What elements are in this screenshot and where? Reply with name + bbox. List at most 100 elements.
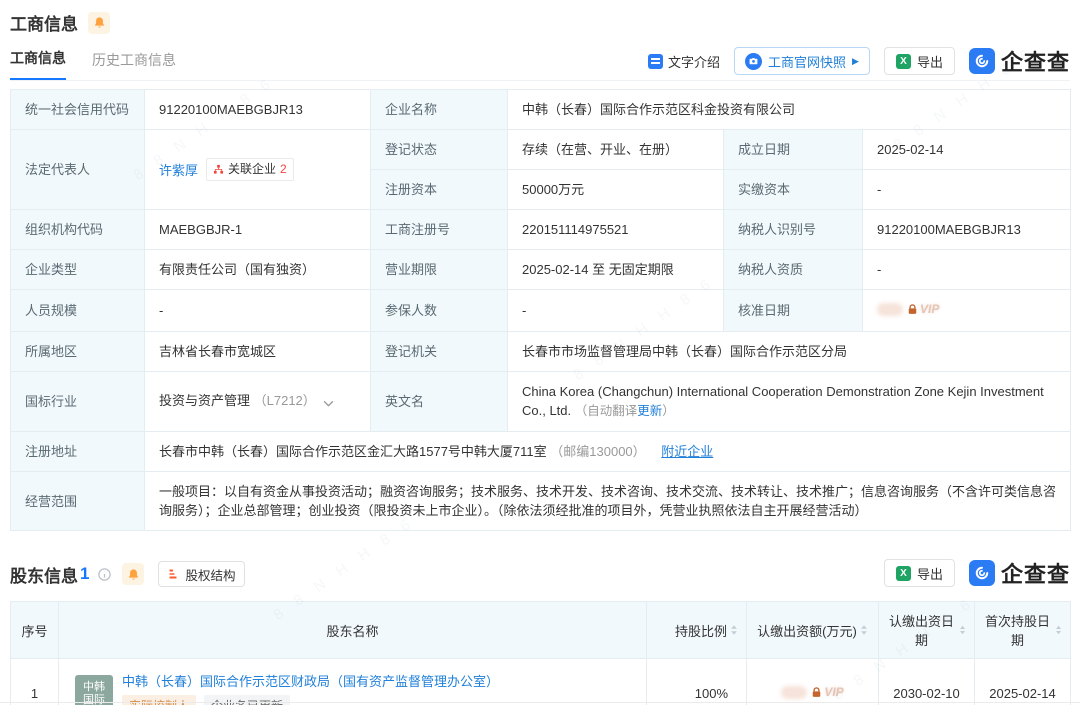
reg-status-label: 登记状态 <box>371 130 508 170</box>
notify-bell-icon[interactable] <box>88 12 110 34</box>
tab-business-info[interactable]: 工商信息 <box>10 48 66 80</box>
actual-controller-tag[interactable]: 实际控制人 <box>122 695 196 705</box>
scope-label: 经营范围 <box>11 472 145 531</box>
reg-no-value: 220151114975521 <box>508 210 724 250</box>
sub-date-value: 2030-02-10 <box>879 659 975 705</box>
company-name-label: 企业名称 <box>371 90 508 130</box>
shareholder-name-cell: 中韩 国际 中韩（长春）国际合作示范区财政局（国有资产监督管理办公室） 实际控制… <box>67 671 638 705</box>
amount-value: VIP <box>747 659 879 705</box>
text-intro-button[interactable]: 文字介绍 <box>648 52 720 71</box>
english-name-label: 英文名 <box>371 372 508 432</box>
approval-date-label: 核准日期 <box>724 290 863 332</box>
business-info-table: 统一社会信用代码 91220100MAEBGBJR13 企业名称 中韩（长春）国… <box>10 89 1071 531</box>
col-subdate-sort[interactable]: 认缴出资日期 <box>887 611 966 649</box>
shareholder-name-link[interactable]: 中韩（长春）国际合作示范区财政局（国有资产监督管理办公室） <box>122 671 499 690</box>
col-ratio-sort[interactable]: 持股比例 <box>675 621 738 640</box>
insured-value: - <box>508 290 724 332</box>
sort-icon <box>730 624 738 636</box>
col-amount-sort[interactable]: 认缴出资额(万元) <box>757 621 868 640</box>
first-date-value: 2025-02-14 <box>975 659 1071 705</box>
shareholder-row: 1 中韩 国际 中韩（长春）国际合作示范区财政局（国有资产监督管理办公室） 实际… <box>11 659 1071 705</box>
excel-icon: X <box>896 566 911 581</box>
info-icon[interactable] <box>97 567 112 582</box>
region-label: 所属地区 <box>11 332 145 372</box>
org-chart-icon <box>168 568 180 580</box>
shareholders-bell-icon[interactable] <box>122 563 144 585</box>
tab-bar: 工商信息 历史工商信息 文字介绍 工商官网快照 ▶ X 导出 <box>10 49 1070 81</box>
legal-rep-link[interactable]: 许紫厚 <box>159 163 198 178</box>
row-no: 1 <box>11 659 59 705</box>
vip-locked-value[interactable]: VIP <box>781 685 843 699</box>
reg-no-label: 工商注册号 <box>371 210 508 250</box>
tab-history-business-info[interactable]: 历史工商信息 <box>92 50 176 80</box>
authority-label: 登记机关 <box>371 332 508 372</box>
english-name-value: China Korea (Changchun) International Co… <box>508 372 1071 432</box>
shareholder-avatar[interactable]: 中韩 国际 <box>75 675 113 705</box>
reg-status-value: 存续（在营、开业、在册） <box>508 130 724 170</box>
redacted-blur <box>781 686 807 699</box>
page-bottom-divider <box>0 702 1080 703</box>
region-value: 吉林省长春市宽城区 <box>145 332 371 372</box>
qichacha-icon <box>969 48 995 74</box>
col-firstdate-sort[interactable]: 首次持股日期 <box>983 611 1062 649</box>
staff-size-label: 人员规模 <box>11 290 145 332</box>
scope-value: 一般项目：以自有资金从事投资活动；融资咨询服务；技术服务、技术开发、技术咨询、技… <box>145 472 1071 531</box>
business-info-header: 工商信息 <box>10 10 1070 35</box>
reg-capital-label: 注册资本 <box>371 170 508 210</box>
ratio-value: 100% <box>647 659 747 705</box>
col-name: 股东名称 <box>59 602 647 659</box>
taxpayer-qual-value: - <box>863 250 1071 290</box>
qichacha-logo[interactable]: 企查查 <box>969 45 1070 77</box>
industry-label: 国标行业 <box>11 372 145 432</box>
nearby-companies-link[interactable]: 附近企业 <box>661 444 713 459</box>
business-term-label: 营业期限 <box>371 250 508 290</box>
company-type-label: 企业类型 <box>11 250 145 290</box>
lock-icon <box>810 686 823 699</box>
vip-locked-value[interactable]: VIP <box>877 300 939 319</box>
industry-value: 投资与资产管理 （L7212） <box>145 372 371 432</box>
snapshot-arrow-icon: ▶ <box>852 56 859 67</box>
address-label: 注册地址 <box>11 432 145 472</box>
redacted-blur <box>877 303 903 316</box>
credit-code-value: 91220100MAEBGBJR13 <box>145 90 371 130</box>
excel-icon: X <box>896 54 911 69</box>
export-button[interactable]: X 导出 <box>884 47 955 75</box>
org-code-value: MAEBGBJR-1 <box>145 210 371 250</box>
related-icon <box>213 164 224 175</box>
insured-label: 参保人数 <box>371 290 508 332</box>
shareholders-count: 1 <box>80 564 89 584</box>
taxpayer-id-label: 纳税人识别号 <box>724 210 863 250</box>
sort-icon <box>959 624 966 636</box>
chevron-down-icon[interactable] <box>323 395 334 410</box>
sort-icon <box>860 624 868 636</box>
est-date-label: 成立日期 <box>724 130 863 170</box>
paid-capital-label: 实缴资本 <box>724 170 863 210</box>
text-intro-icon <box>648 54 663 69</box>
shareholders-table: 序号 股东名称 持股比例 认缴出资额(万元) 认缴出资日期 首次持股日期 1 中… <box>10 601 1071 705</box>
official-snapshot-button[interactable]: 工商官网快照 ▶ <box>734 47 870 75</box>
sort-icon <box>1055 624 1062 636</box>
reg-capital-value: 50000万元 <box>508 170 724 210</box>
header-actions: 文字介绍 工商官网快照 ▶ X 导出 企查查 <box>648 45 1070 77</box>
shareholders-title: 股东信息 <box>10 562 78 587</box>
equity-structure-button[interactable]: 股权结构 <box>158 561 245 587</box>
company-name-value: 中韩（长春）国际合作示范区科金投资有限公司 <box>508 90 1071 130</box>
approval-date-value: VIP <box>863 290 1071 332</box>
authority-value: 长春市市场监督管理局中韩（长春）国际合作示范区分局 <box>508 332 1071 372</box>
taxpayer-id-value: 91220100MAEBGBJR13 <box>863 210 1071 250</box>
credit-code-label: 统一社会信用代码 <box>11 90 145 130</box>
col-no: 序号 <box>11 602 59 659</box>
shareholders-header: 股东信息 1 股权结构 X 导出 企查查 <box>10 557 1070 591</box>
qichacha-logo[interactable]: 企查查 <box>969 557 1070 589</box>
shareholders-header-row: 序号 股东名称 持股比例 认缴出资额(万元) 认缴出资日期 首次持股日期 <box>11 602 1071 659</box>
camera-icon <box>745 53 762 70</box>
est-date-value: 2025-02-14 <box>863 130 1071 170</box>
shareholders-export-button[interactable]: X 导出 <box>884 559 955 587</box>
company-type-value: 有限责任公司（国有独资） <box>145 250 371 290</box>
related-companies-badge[interactable]: 关联企业2 <box>206 158 294 181</box>
translate-update-link[interactable]: 更新 <box>637 404 662 418</box>
legal-rep-label: 法定代表人 <box>11 130 145 210</box>
shareholders-actions: X 导出 企查查 <box>884 557 1070 589</box>
name-updated-tag[interactable]: 企业名已更新 <box>204 695 290 705</box>
taxpayer-qual-label: 纳税人资质 <box>724 250 863 290</box>
